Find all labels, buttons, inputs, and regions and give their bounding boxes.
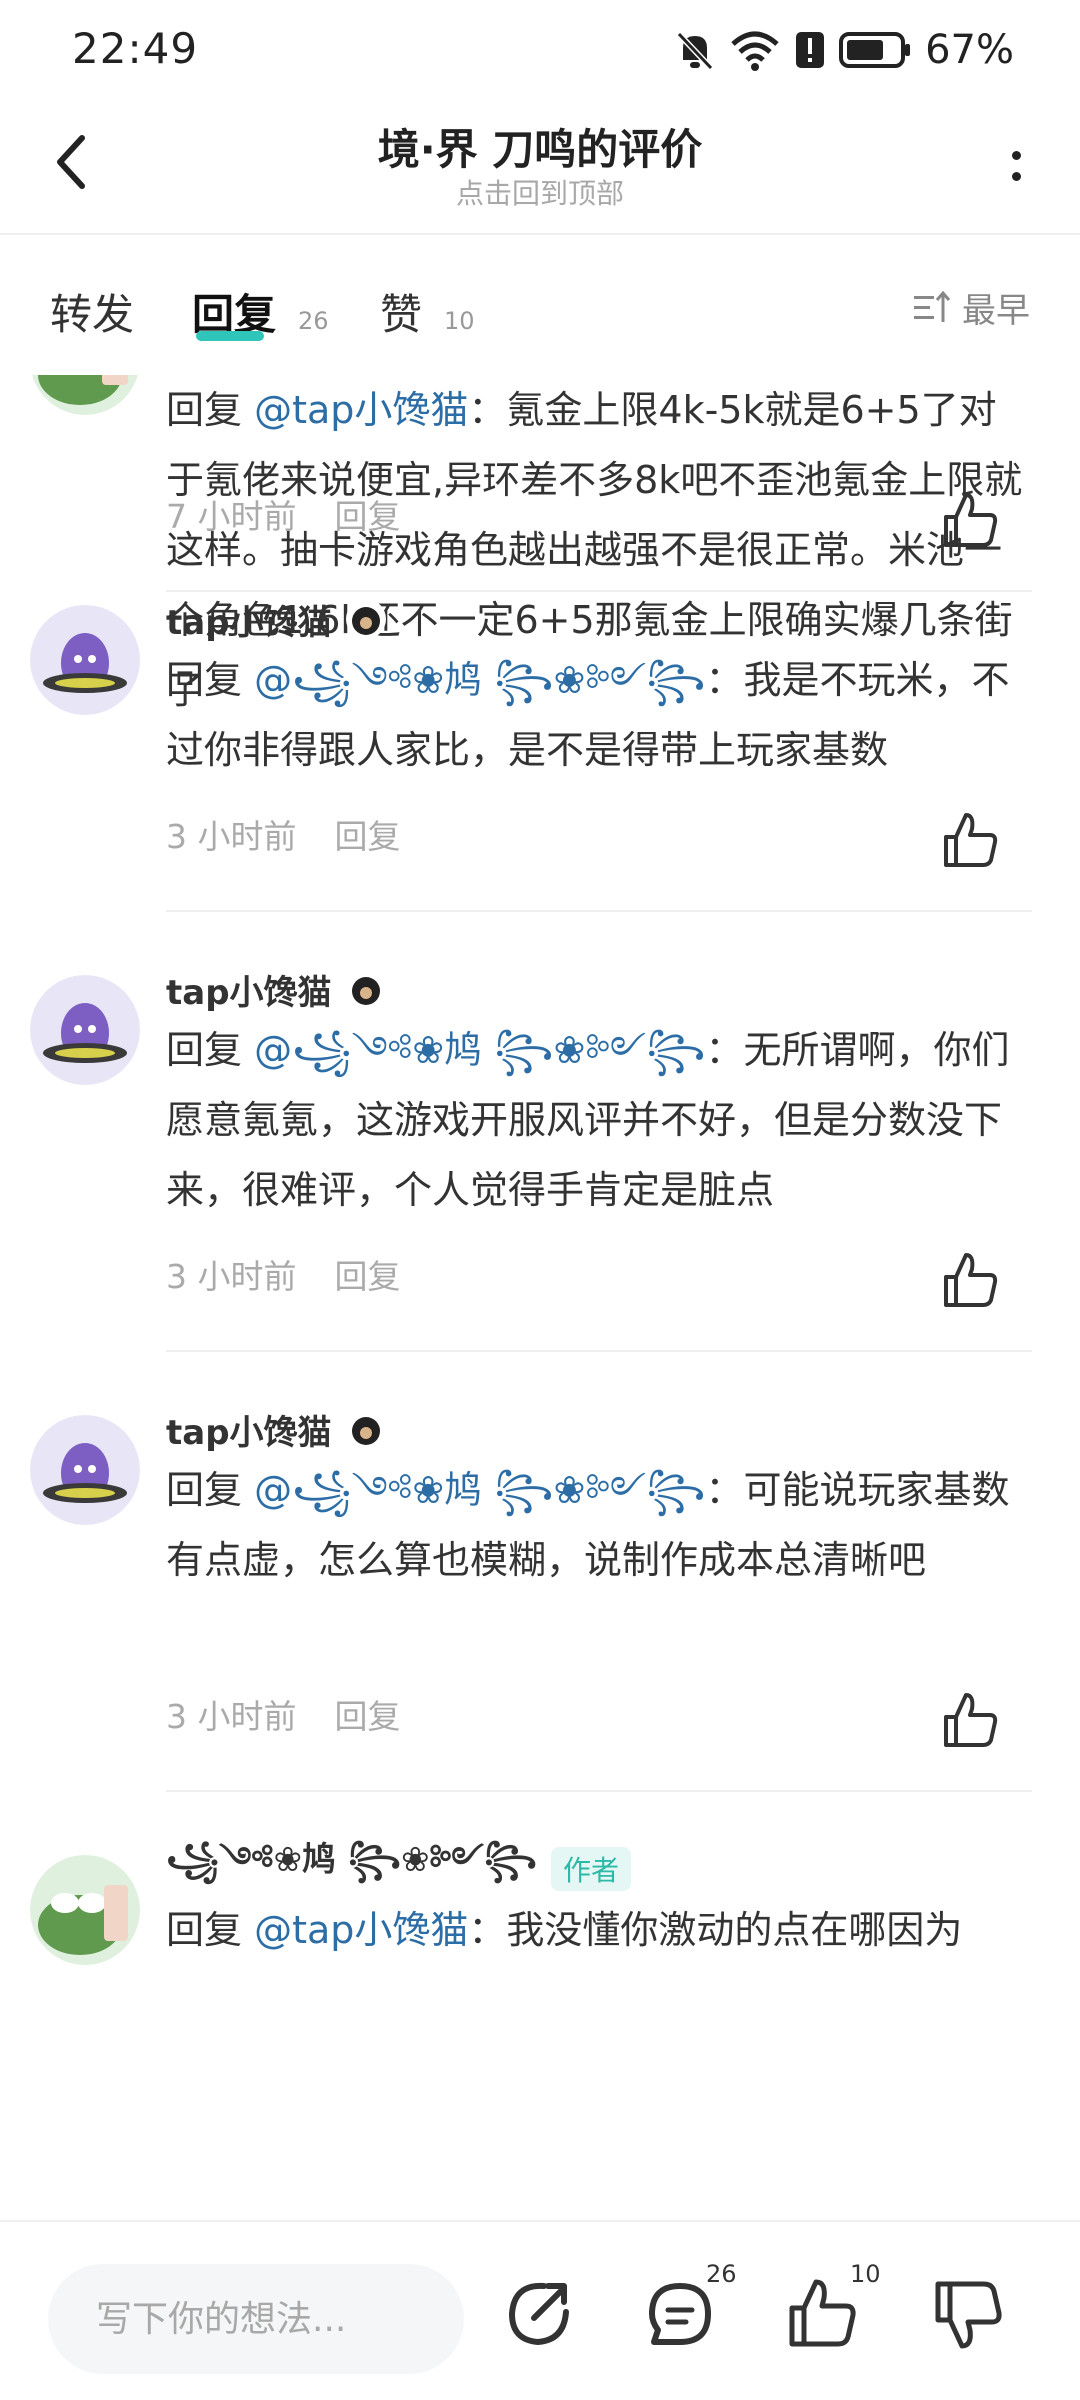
avatar[interactable] (30, 975, 140, 1085)
comment-time: 3 小时前 (166, 1697, 297, 1736)
more-icon[interactable] (996, 136, 1036, 196)
divider (166, 1350, 1032, 1352)
tab-likes[interactable]: 赞 10 (380, 281, 475, 342)
like-button[interactable] (938, 1249, 1002, 1313)
author-tag: 作者 (550, 1847, 631, 1891)
user-badge-icon (345, 969, 386, 1009)
divider (166, 1790, 1032, 1792)
author-row: tap小馋猫 (166, 1405, 386, 1453)
sort-label: 最早 (962, 291, 1030, 331)
user-badge-icon (345, 599, 386, 639)
comment-meta: 3 小时前 回复 (166, 1690, 401, 1738)
comment-text: 回复 @꧁༺❀鸠 ꧂❀༻꧂：无所谓啊，你们愿意氪氪，这游戏开服风评并不好，但是分… (166, 1028, 1010, 1212)
author-name[interactable]: tap小馋猫 (166, 595, 332, 644)
page-title[interactable]: 境·界 刀鸣的评价 (0, 116, 1080, 177)
comment-list[interactable]: 回复 @tap小馋猫：氪金上限4k-5k就是6+5了对于氪佬来说便宜,异环差不多… (0, 375, 1080, 2220)
comment-time: 3 小时前 (166, 1257, 297, 1296)
author-row: tap小馋猫 (166, 965, 386, 1013)
mention-link[interactable]: @꧁༺❀鸠 ꧂❀༻꧂ (254, 658, 705, 702)
dislike-icon (935, 2281, 1002, 2349)
comment-time: 3 小时前 (166, 817, 297, 856)
active-tab-indicator (196, 331, 264, 341)
divider (166, 910, 1032, 912)
sort-button[interactable]: 最早 (912, 283, 1030, 332)
avatar[interactable] (30, 375, 140, 415)
dislike-button[interactable] (928, 2274, 1008, 2354)
avatar[interactable] (30, 1415, 140, 1525)
tab-replies-count: 26 (298, 307, 329, 335)
comment-text: 回复 @꧁༺❀鸠 ꧂❀༻꧂：可能说玩家基数有点虚，怎么算也模糊，说制作成本总清晰… (166, 1468, 1010, 1582)
reply-input[interactable] (48, 2264, 464, 2374)
reply-button[interactable]: 回复 (335, 810, 401, 858)
like-icon (944, 493, 998, 547)
like-icon (944, 1693, 998, 1747)
comment-count: 26 (706, 2260, 737, 2288)
mention-link[interactable]: @꧁༺❀鸠 ꧂❀༻꧂ (254, 1468, 705, 1512)
wifi-icon (731, 31, 779, 71)
like-icon (944, 1253, 998, 1307)
scroll-to-top-hint[interactable]: 点击回到顶部 (0, 172, 1080, 212)
user-badge-icon (345, 1409, 386, 1449)
status-bar: 22:49 67% (0, 0, 1080, 100)
battery-percent: 67% (925, 27, 1014, 73)
avatar[interactable] (30, 1855, 140, 1965)
status-icons: 67% (675, 26, 1014, 74)
mention-link[interactable]: @tap小馋猫 (254, 1908, 468, 1952)
avatar[interactable] (30, 605, 140, 715)
author-name[interactable]: tap小馋猫 (166, 965, 332, 1014)
alert-icon (796, 32, 825, 68)
like-button[interactable] (938, 489, 1002, 553)
mute-bell-icon (676, 31, 714, 71)
comment-meta: 3 小时前 回复 (166, 1250, 401, 1298)
like-icon (944, 813, 998, 867)
like-count: 10 (850, 2260, 881, 2288)
mention-link[interactable]: @꧁༺❀鸠 ꧂❀༻꧂ (254, 1028, 705, 1072)
status-time: 22:49 (72, 24, 199, 73)
author-name[interactable]: tap小馋猫 (166, 1405, 332, 1454)
like-button[interactable] (938, 1689, 1002, 1753)
author-row: ꧁༺❀鸠 ꧂❀༻꧂ 作者 (166, 1840, 631, 1893)
reply-button[interactable]: 回复 (335, 1690, 401, 1738)
author-row: tap小馋猫 (166, 595, 386, 643)
battery-icon (839, 32, 911, 68)
comment-meta: 7 小时前 回复 (166, 490, 401, 538)
header: 境·界 刀鸣的评价 点击回到顶部 (0, 100, 1080, 235)
sort-icon (914, 290, 951, 322)
like-button[interactable] (938, 809, 1002, 873)
share-button[interactable] (498, 2274, 578, 2354)
comment-text: 回复 @꧁༺❀鸠 ꧂❀༻꧂：我是不玩米，不过你非得跟人家比，是不是得带上玩家基数 (166, 658, 1010, 772)
tab-repost[interactable]: 转发 (50, 281, 134, 342)
reply-button[interactable]: 回复 (335, 490, 401, 538)
tab-bar: 转发 回复 26 赞 10 最早 (0, 235, 1080, 375)
bottom-action-bar: 26 10 (0, 2220, 1080, 2400)
share-icon (508, 2282, 569, 2346)
comment-meta: 3 小时前 回复 (166, 810, 401, 858)
reply-button[interactable]: 回复 (335, 1250, 401, 1298)
tab-likes-count: 10 (444, 307, 475, 335)
comment-time: 7 小时前 (166, 497, 297, 536)
comment-text: 回复 @tap小馋猫：我没懂你激动的点在哪因为 (166, 1908, 963, 1952)
mention-link[interactable]: @tap小馋猫 (254, 388, 468, 432)
tab-likes-label: 赞 (380, 290, 423, 339)
tab-repost-label: 转发 (50, 290, 135, 339)
divider (166, 590, 1032, 592)
